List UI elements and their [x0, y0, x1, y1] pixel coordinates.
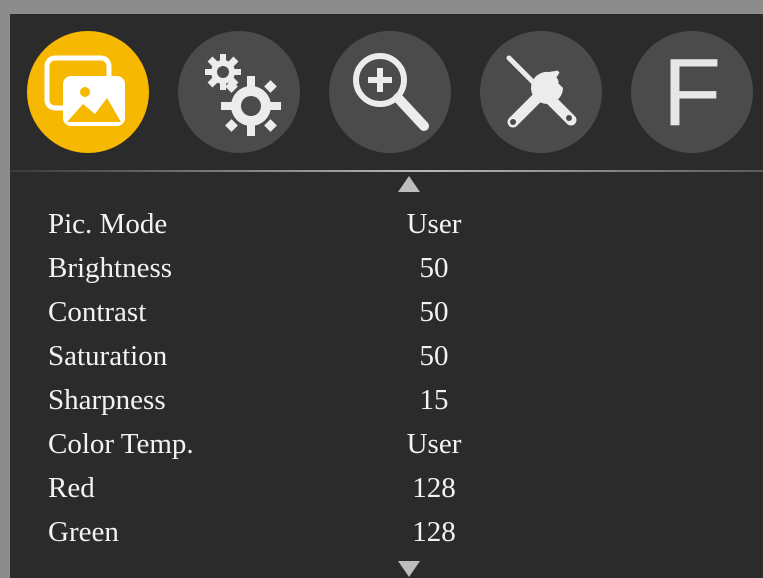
zoom-in-icon: [353, 53, 429, 131]
item-label: Saturation: [48, 340, 168, 372]
menu-row-red[interactable]: Red 128: [10, 468, 763, 508]
menu-row-color-temp[interactable]: Color Temp. User: [10, 424, 763, 464]
tools-icon: [506, 55, 577, 128]
item-label: Green: [48, 516, 119, 548]
item-label: Contrast: [48, 296, 147, 328]
menu-row-contrast[interactable]: Contrast 50: [10, 292, 763, 332]
menu-row-sharpness[interactable]: Sharpness 15: [10, 380, 763, 420]
item-label: Brightness: [48, 252, 173, 284]
menu-row-green[interactable]: Green 128: [10, 512, 763, 552]
item-value: 50: [419, 340, 449, 372]
scroll-up-arrow-icon[interactable]: [398, 176, 420, 192]
osd-window: F Pic. Mode User Brightness 50 Contrast …: [0, 0, 763, 578]
picture-icon: [44, 55, 125, 126]
menu-row-brightness[interactable]: Brightness 50: [10, 248, 763, 288]
menu-row-saturation[interactable]: Saturation 50: [10, 336, 763, 376]
function-icon: F: [662, 39, 722, 146]
item-value: 50: [419, 252, 449, 284]
tab-zoom[interactable]: [329, 31, 451, 153]
menu-row-pic-mode[interactable]: Pic. Mode User: [10, 204, 763, 244]
item-value: User: [406, 208, 462, 240]
scroll-down-arrow-icon[interactable]: [398, 561, 420, 577]
item-value: 50: [419, 296, 449, 328]
header-divider: [10, 170, 763, 172]
item-value: 128: [412, 516, 456, 548]
gears-icon: [205, 54, 281, 136]
osd-panel: F Pic. Mode User Brightness 50 Contrast …: [10, 14, 763, 578]
tab-settings[interactable]: [178, 31, 300, 153]
item-label: Pic. Mode: [48, 208, 168, 240]
item-label: Red: [48, 472, 95, 504]
item-label: Sharpness: [48, 384, 166, 416]
item-value: 128: [412, 472, 456, 504]
item-value: 15: [419, 384, 449, 416]
tab-picture[interactable]: [27, 31, 149, 153]
item-value: User: [406, 428, 462, 460]
tab-function[interactable]: F: [631, 31, 753, 153]
tab-tools[interactable]: [480, 31, 602, 153]
item-label: Color Temp.: [48, 428, 194, 460]
